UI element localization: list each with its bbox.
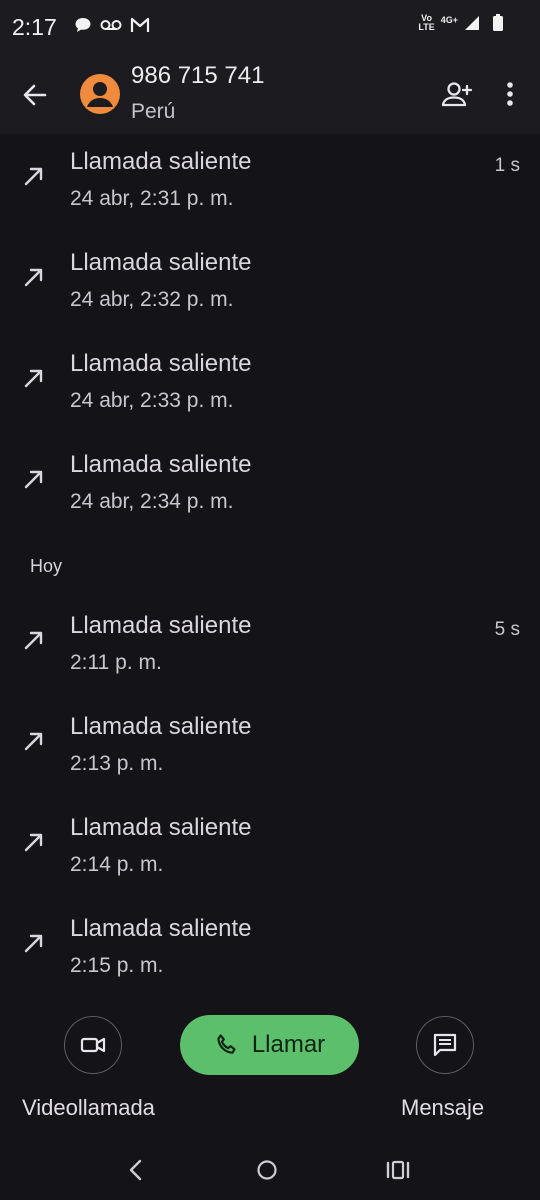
person-icon bbox=[87, 82, 113, 107]
circle-home-icon bbox=[257, 1160, 277, 1180]
call-made-icon bbox=[24, 268, 43, 287]
call-row[interactable]: Llamada saliente 2:15 p. m. bbox=[0, 901, 540, 1002]
call-row[interactable]: Llamada saliente 2:14 p. m. bbox=[0, 800, 540, 901]
call-row[interactable]: Llamada saliente 24 abr, 2:32 p. m. bbox=[0, 235, 540, 336]
call-made-icon bbox=[24, 369, 43, 388]
call-duration: 5 s bbox=[494, 619, 520, 640]
system-nav-bar bbox=[0, 1140, 540, 1200]
call-time: 2:14 p. m. bbox=[70, 853, 164, 876]
app-bar: 986 715 741 Perú bbox=[0, 56, 540, 134]
call-time: 24 abr, 2:31 p. m. bbox=[70, 187, 234, 210]
network-type: 4G+ bbox=[440, 15, 458, 25]
call-time: 2:13 p. m. bbox=[70, 752, 164, 775]
more-vert-icon bbox=[507, 82, 513, 106]
notification-icons bbox=[74, 16, 150, 34]
call-type: Llamada saliente bbox=[70, 612, 252, 639]
avatar bbox=[80, 74, 120, 114]
action-bar: Videollamada Llamar Mensaje bbox=[0, 1000, 540, 1140]
system-icons: Vo LTE 4G+ bbox=[418, 14, 504, 32]
call-time: 2:15 p. m. bbox=[70, 954, 164, 977]
chat-bubble-icon bbox=[75, 18, 91, 32]
call-made-icon bbox=[24, 631, 43, 650]
nav-home-button[interactable] bbox=[253, 1156, 281, 1184]
call-type: Llamada saliente bbox=[70, 350, 252, 377]
status-bar: 2:17 Vo LTE 4G+ bbox=[0, 0, 540, 56]
call-row[interactable]: Llamada saliente 24 abr, 2:31 p. m. 1 s bbox=[0, 134, 540, 235]
call-type: Llamada saliente bbox=[70, 713, 252, 740]
signal-icon bbox=[465, 16, 479, 30]
call-made-icon bbox=[24, 732, 43, 751]
contact-country: Perú bbox=[131, 100, 176, 123]
call-time: 24 abr, 2:34 p. m. bbox=[70, 490, 234, 513]
person-add-icon bbox=[441, 82, 473, 107]
call-made-icon bbox=[24, 934, 43, 953]
message-label[interactable]: Mensaje bbox=[401, 1095, 484, 1121]
call-row[interactable]: Llamada saliente 24 abr, 2:33 p. m. bbox=[0, 336, 540, 437]
video-call-label[interactable]: Videollamada bbox=[22, 1095, 155, 1121]
chevron-left-icon bbox=[129, 1159, 142, 1181]
call-type: Llamada saliente bbox=[70, 148, 252, 175]
battery-icon bbox=[493, 14, 503, 31]
voicemail-icon bbox=[100, 20, 122, 30]
arrow-left-icon bbox=[23, 84, 47, 106]
call-type: Llamada saliente bbox=[70, 814, 252, 841]
section-header-today: Hoy bbox=[30, 556, 63, 576]
gmail-icon bbox=[130, 17, 150, 32]
add-contact-button[interactable] bbox=[440, 78, 474, 112]
back-button[interactable] bbox=[18, 78, 52, 112]
message-icon bbox=[433, 1033, 457, 1057]
contact-number: 986 715 741 bbox=[131, 62, 265, 89]
status-time: 2:17 bbox=[12, 14, 57, 40]
nav-back-button[interactable] bbox=[122, 1156, 150, 1184]
video-call-button[interactable] bbox=[64, 1016, 122, 1074]
call-type: Llamada saliente bbox=[70, 915, 252, 942]
call-made-icon bbox=[24, 167, 43, 186]
nav-recents-button[interactable] bbox=[384, 1156, 412, 1184]
call-button-label: Llamar bbox=[251, 1031, 326, 1058]
recents-icon bbox=[386, 1160, 410, 1180]
call-row[interactable]: Llamada saliente 2:13 p. m. bbox=[0, 699, 540, 800]
phone-icon bbox=[217, 1034, 236, 1054]
message-button[interactable] bbox=[416, 1016, 474, 1074]
call-button[interactable]: Llamar bbox=[180, 1015, 359, 1075]
call-type: Llamada saliente bbox=[70, 249, 252, 276]
call-made-icon bbox=[24, 470, 43, 489]
videocam-icon bbox=[80, 1037, 106, 1053]
call-type: Llamada saliente bbox=[70, 451, 252, 478]
call-time: 2:11 p. m. bbox=[70, 651, 162, 674]
call-row[interactable]: Llamada saliente 2:11 p. m. 5 s bbox=[0, 598, 540, 699]
call-time: 24 abr, 2:33 p. m. bbox=[70, 389, 234, 412]
call-time: 24 abr, 2:32 p. m. bbox=[70, 288, 234, 311]
call-made-icon bbox=[24, 833, 43, 852]
call-duration: 1 s bbox=[494, 155, 520, 176]
volte-icon: Vo LTE bbox=[418, 13, 435, 32]
call-row[interactable]: Llamada saliente 24 abr, 2:34 p. m. bbox=[0, 437, 540, 538]
more-options-button[interactable] bbox=[496, 78, 524, 112]
